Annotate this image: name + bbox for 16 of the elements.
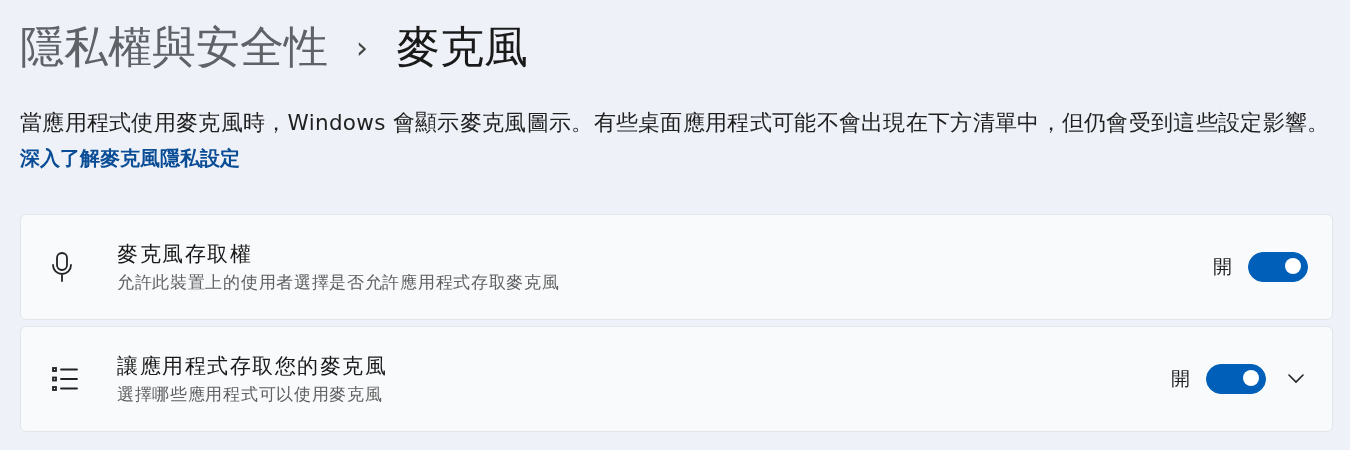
toggle-switch[interactable] (1248, 252, 1308, 282)
setting-title: 讓應用程式存取您的麥克風 (117, 353, 387, 380)
setting-description: 允許此裝置上的使用者選擇是否允許應用程式存取麥克風 (117, 272, 560, 294)
list-icon (51, 366, 79, 392)
toggle-state-label: 開 (1171, 366, 1190, 391)
setting-description: 選擇哪些應用程式可以使用麥克風 (117, 384, 383, 406)
toggle-state-label: 開 (1213, 254, 1232, 279)
breadcrumb-parent[interactable]: 隱私權與安全性 (20, 17, 328, 77)
microphone-icon (51, 251, 73, 283)
privacy-link[interactable]: 深入了解麥克風隱私設定 (20, 145, 240, 172)
page-title: 麥克風 (396, 19, 528, 74)
setting-title: 麥克風存取權 (117, 241, 252, 268)
description-text: 當應用程式使用麥克風時，Windows 會顯示麥克風圖示。有些桌面應用程式可能不會出現在下方清單中，但仍會受到這些設定影響。 (20, 109, 1331, 137)
toggle-switch[interactable] (1206, 364, 1266, 394)
breadcrumb-separator: › (356, 29, 368, 65)
chevron-down-icon[interactable] (1288, 374, 1304, 384)
